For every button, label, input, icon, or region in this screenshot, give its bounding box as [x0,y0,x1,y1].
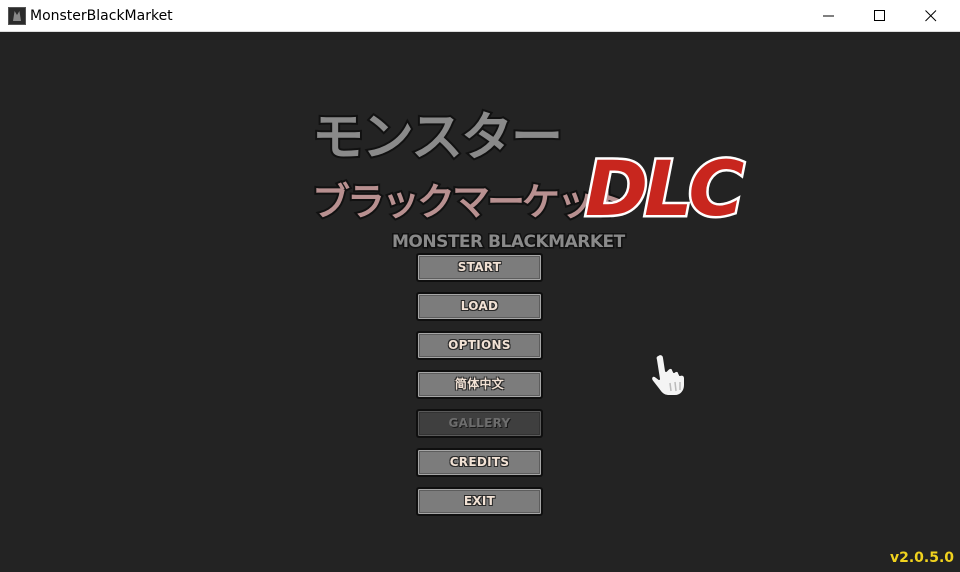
game-logo: モンスター ブラックマーケット DLC MONSTER BLACKMARKET [310,106,751,254]
close-icon [925,10,937,22]
language-button[interactable]: 简体中文 [416,370,543,399]
app-icon [8,7,26,25]
game-window: MonsterBlackMarket モンスター ブラックマーケット DLC M… [0,0,960,572]
logo-title-katakana: モンスター [312,108,561,168]
minimize-button[interactable] [806,0,852,32]
title-bar[interactable]: MonsterBlackMarket [0,0,960,32]
minimize-icon [823,15,834,17]
game-screen: モンスター ブラックマーケット DLC MONSTER BLACKMARKET … [0,33,960,572]
options-button[interactable]: OPTIONS [416,331,543,360]
version-label: v2.0.5.0 [889,550,954,566]
credits-button[interactable]: CREDITS [416,448,543,477]
logo-english: MONSTER BLACKMARKET [392,232,626,252]
load-button[interactable]: LOAD [416,292,543,321]
start-button[interactable]: START [416,253,543,282]
window-title: MonsterBlackMarket [30,8,173,24]
close-button[interactable] [908,0,954,32]
gallery-button: GALLERY [416,409,543,438]
exit-button[interactable]: EXIT [416,487,543,516]
logo-dlc: DLC [585,144,745,233]
hand-cursor-icon [650,353,686,397]
logo-subtitle-katakana: ブラックマーケット [312,180,627,224]
maximize-icon [874,10,885,21]
maximize-button[interactable] [857,0,903,32]
